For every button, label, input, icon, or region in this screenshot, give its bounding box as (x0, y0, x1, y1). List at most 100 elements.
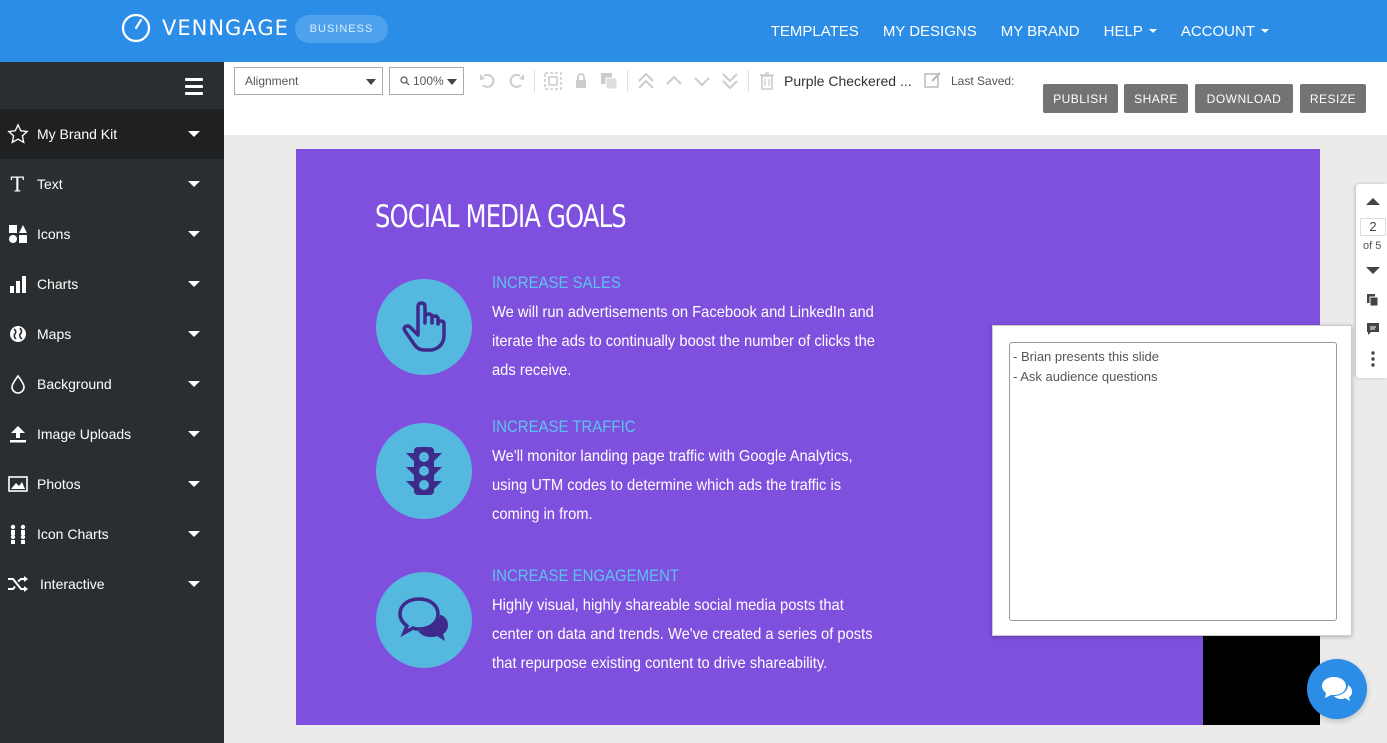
share-button[interactable]: SHARE (1124, 84, 1188, 113)
nav-help-label: HELP (1103, 22, 1143, 40)
lock-icon[interactable] (571, 71, 591, 91)
document-title[interactable]: Purple Checkered ... (784, 73, 912, 89)
bring-forward-icon[interactable] (664, 71, 684, 91)
edit-title-icon[interactable] (924, 71, 942, 89)
sidebar: My Brand Kit T Text Icons Charts Maps Ba… (0, 62, 224, 743)
zoom-select[interactable]: 100% (389, 67, 464, 95)
sidebar-item-label: Background (37, 376, 112, 392)
speaker-notes-textarea[interactable]: - Brian presents this slide - Ask audien… (1009, 342, 1337, 621)
toolbar-icon-group (478, 70, 777, 92)
photo-icon (7, 473, 29, 495)
alignment-select-value: Alignment (245, 74, 299, 88)
trash-icon[interactable] (757, 71, 777, 91)
traffic-light-icon (406, 447, 442, 495)
send-backward-icon[interactable] (692, 71, 712, 91)
alignment-select[interactable]: Alignment (234, 67, 383, 95)
upload-icon (7, 423, 29, 445)
sidebar-item-label: Icon Charts (37, 526, 109, 542)
more-options-icon[interactable] (1371, 351, 1375, 367)
slide-title[interactable]: SOCIAL MEDIA GOALS (375, 199, 627, 235)
caret-down-icon (366, 79, 376, 85)
sidebar-item-background[interactable]: Background (0, 359, 224, 409)
undo-icon[interactable] (478, 71, 498, 91)
resize-button[interactable]: RESIZE (1300, 84, 1366, 113)
page-number-input[interactable]: 2 (1360, 218, 1386, 236)
pointer-hand-icon (402, 301, 446, 352)
bar-chart-icon (7, 273, 29, 295)
caret-down-icon (188, 381, 200, 387)
sidebar-item-photos[interactable]: Photos (0, 459, 224, 509)
venngage-logo[interactable]: VENNGAGE (121, 13, 289, 43)
send-to-back-icon[interactable] (720, 71, 740, 91)
publish-button[interactable]: PUBLISH (1043, 84, 1118, 113)
download-button[interactable]: DOWNLOAD (1195, 84, 1293, 113)
clock-logo-icon (121, 13, 151, 43)
magnifier-icon (400, 76, 410, 86)
editor-toolbar: Alignment 100% Purple Checkered ... Last… (224, 62, 1387, 135)
speaker-notes-panel: - Brian presents this slide - Ask audien… (992, 325, 1352, 636)
caret-down-icon (447, 79, 457, 85)
duplicate-icon[interactable] (599, 71, 619, 91)
globe-icon (7, 323, 29, 345)
goal-heading[interactable]: INCREASE SALES (492, 273, 621, 293)
main-menu: TEMPLATES MY DESIGNS MY BRAND HELP ACCOU… (771, 0, 1269, 62)
nav-help[interactable]: HELP (1104, 23, 1157, 40)
droplet-icon (7, 373, 29, 395)
toolbar-divider (534, 70, 535, 92)
hamburger-menu-icon[interactable] (185, 78, 203, 99)
last-saved-label: Last Saved: (951, 74, 1015, 88)
goal-icon-circle[interactable] (376, 423, 472, 519)
black-shape[interactable] (1203, 635, 1320, 725)
goal-icon-circle[interactable] (376, 572, 472, 668)
sidebar-item-text[interactable]: T Text (0, 159, 224, 209)
previous-page-icon[interactable] (1366, 198, 1380, 205)
nav-templates-label: TEMPLATES (770, 22, 859, 40)
chat-bubbles-icon (398, 597, 448, 641)
sidebar-item-label: Icons (37, 226, 71, 242)
goal-description[interactable]: Highly visual, highly shareable social m… (492, 591, 878, 678)
nav-my-designs[interactable]: MY DESIGNS (883, 23, 977, 40)
sidebar-list: My Brand Kit T Text Icons Charts Maps Ba… (0, 109, 224, 609)
redo-icon[interactable] (506, 71, 526, 91)
sidebar-item-icon-charts[interactable]: Icon Charts (0, 509, 224, 559)
nav-account[interactable]: ACCOUNT (1181, 23, 1269, 40)
sidebar-item-charts[interactable]: Charts (0, 259, 224, 309)
next-page-icon[interactable] (1366, 267, 1380, 274)
goal-heading[interactable]: INCREASE ENGAGEMENT (492, 566, 679, 586)
sidebar-item-label: Interactive (40, 576, 105, 592)
caret-down-icon (188, 181, 200, 187)
comment-icon[interactable] (1366, 322, 1380, 336)
toolbar-divider (627, 70, 628, 92)
sidebar-item-interactive[interactable]: Interactive (0, 559, 224, 609)
chat-icon (1322, 677, 1352, 701)
goal-heading[interactable]: INCREASE TRAFFIC (492, 417, 636, 437)
people-icon (7, 523, 29, 545)
caret-down-icon (188, 331, 200, 337)
toolbar-divider (748, 70, 749, 92)
goal-description[interactable]: We'll monitor landing page traffic with … (492, 442, 878, 529)
brand-name: VENNGAGE (162, 16, 289, 40)
caret-down-icon (1148, 29, 1157, 33)
sidebar-item-image-uploads[interactable]: Image Uploads (0, 409, 224, 459)
sidebar-item-label: Image Uploads (37, 426, 132, 442)
page-navigator: 2 of 5 (1356, 184, 1387, 378)
copy-page-icon[interactable] (1366, 293, 1380, 307)
sidebar-item-label: My Brand Kit (37, 126, 118, 142)
sidebar-item-maps[interactable]: Maps (0, 309, 224, 359)
sidebar-item-label: Photos (37, 476, 81, 492)
svg-text:T: T (11, 173, 25, 195)
page-count: of 5 (1363, 240, 1382, 252)
nav-my-brand[interactable]: MY BRAND (1001, 23, 1080, 40)
nav-templates[interactable]: TEMPLATES (771, 23, 859, 40)
star-icon (7, 123, 29, 145)
goal-icon-circle[interactable] (376, 279, 472, 375)
caret-down-icon (188, 231, 200, 237)
sidebar-item-icons[interactable]: Icons (0, 209, 224, 259)
bring-to-front-icon[interactable] (636, 71, 656, 91)
sidebar-item-my-brand-kit[interactable]: My Brand Kit (0, 109, 224, 159)
caret-down-icon (188, 531, 200, 537)
group-icon[interactable] (543, 71, 563, 91)
live-chat-button[interactable] (1307, 659, 1367, 719)
goal-description[interactable]: We will run advertisements on Facebook a… (492, 298, 878, 385)
caret-down-icon (188, 581, 200, 587)
